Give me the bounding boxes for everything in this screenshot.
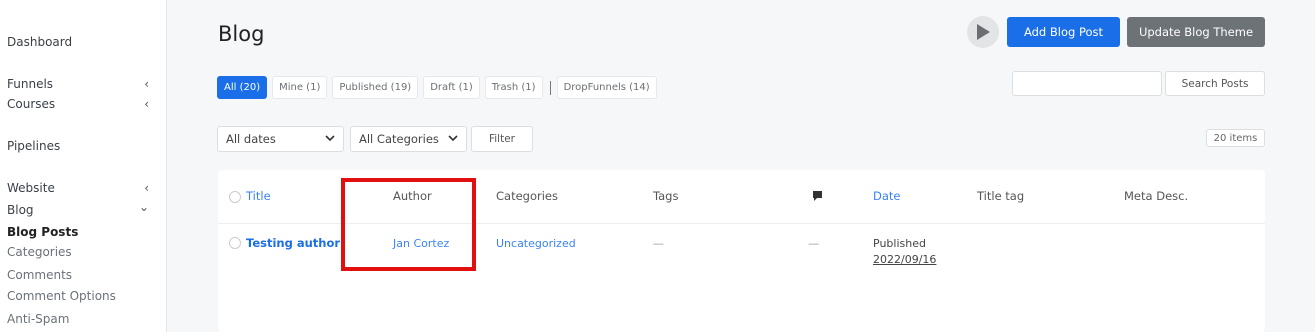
sidebar-item-blog[interactable]: Blog ⌄ [7, 200, 157, 217]
row-checkbox[interactable] [229, 237, 241, 249]
video-play-button[interactable] [967, 16, 999, 48]
column-author: Author [393, 189, 432, 203]
categories-select-value: All Categories [359, 132, 439, 146]
chevron-down-icon: ⌄ [138, 200, 149, 214]
column-title[interactable]: Title [246, 189, 271, 203]
filter-button[interactable]: Filter [471, 126, 533, 152]
sidebar-item-website[interactable]: Website ‹ [7, 181, 157, 195]
sidebar: Dashboard Funnels ‹ Courses ‹ Pipelines We… [0, 0, 167, 332]
update-blog-theme-button[interactable]: Update Blog Theme [1127, 17, 1265, 47]
search-posts-button[interactable]: Search Posts [1165, 71, 1265, 96]
column-title-tag: Title tag [977, 189, 1025, 203]
sidebar-item-label: Dashboard [7, 35, 73, 49]
sidebar-item-label: Website [7, 181, 55, 195]
categories-select[interactable]: All Categories [350, 126, 467, 152]
sidebar-item-anti-spam[interactable]: Anti-Spam [7, 312, 157, 326]
tab-draft[interactable]: Draft (1) [423, 76, 480, 99]
sidebar-item-label: Courses [7, 97, 56, 111]
sidebar-item-pipelines[interactable]: Pipelines [7, 139, 157, 153]
sidebar-item-label: Pipelines [7, 139, 61, 153]
column-date[interactable]: Date [873, 189, 901, 203]
status-tabs: All (20) Mine (1) Published (19) Draft (… [217, 76, 662, 99]
tab-all[interactable]: All (20) [217, 76, 268, 99]
author-link[interactable]: Jan Cortez [393, 237, 449, 250]
sidebar-item-label: Anti-Spam [7, 312, 70, 326]
sidebar-item-label: Funnels [7, 77, 54, 91]
column-categories: Categories [496, 189, 558, 203]
chevron-down-icon [325, 133, 335, 146]
tab-published[interactable]: Published (19) [332, 76, 419, 99]
search-input[interactable] [1012, 71, 1162, 96]
post-status: Published [873, 237, 926, 250]
sidebar-item-comments[interactable]: Comments [7, 268, 157, 282]
select-all-checkbox[interactable] [229, 191, 241, 203]
chevron-down-icon [448, 133, 458, 146]
sidebar-item-categories[interactable]: Categories [7, 245, 157, 259]
column-tags: Tags [653, 189, 679, 203]
sidebar-item-comment-options[interactable]: Comment Options [7, 289, 157, 303]
sidebar-item-label: Comment Options [7, 289, 116, 303]
sidebar-item-blog-posts[interactable]: Blog Posts [7, 225, 157, 239]
dates-select-value: All dates [226, 132, 276, 146]
post-date[interactable]: 2022/09/16 [873, 253, 936, 266]
column-meta-desc: Meta Desc. [1124, 189, 1189, 203]
add-blog-post-button[interactable]: Add Blog Post [1007, 17, 1120, 47]
page-title: Blog [218, 22, 265, 46]
sidebar-item-label: Comments [7, 268, 73, 282]
sidebar-item-label: Categories [7, 245, 72, 259]
items-count: 20 items [1206, 129, 1265, 147]
chevron-left-icon: ‹ [144, 77, 149, 91]
sidebar-item-label: Blog Posts [7, 225, 79, 239]
posts-table: Title Author Categories Tags Date Title … [218, 170, 1265, 332]
table-header: Title Author Categories Tags Date Title … [218, 170, 1265, 224]
sidebar-item-courses[interactable]: Courses ‹ [7, 97, 157, 111]
category-link[interactable]: Uncategorized [496, 237, 576, 250]
tab-trash[interactable]: Trash (1) [484, 76, 543, 99]
chevron-left-icon: ‹ [144, 181, 149, 195]
tab-separator [549, 80, 551, 95]
sidebar-item-dashboard[interactable]: Dashboard [7, 35, 157, 49]
tags-cell: — [653, 237, 664, 250]
comments-cell: — [808, 237, 819, 250]
post-title-link[interactable]: Testing author [246, 236, 340, 250]
sidebar-item-funnels[interactable]: Funnels ‹ [7, 77, 157, 91]
tab-mine[interactable]: Mine (1) [272, 76, 328, 99]
dates-select[interactable]: All dates [217, 126, 344, 152]
play-icon [977, 24, 990, 40]
sidebar-item-label: Blog [7, 203, 34, 217]
comment-icon [812, 190, 823, 205]
tab-dropfunnels[interactable]: DropFunnels (14) [556, 76, 657, 99]
chevron-left-icon: ‹ [144, 97, 149, 111]
